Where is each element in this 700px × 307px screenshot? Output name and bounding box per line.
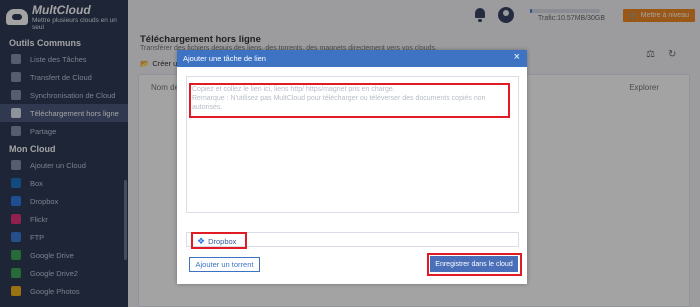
dialog-header: Ajouter une tâche de lien × — [177, 50, 527, 67]
add-link-task-dialog: Ajouter une tâche de lien × Copiez et co… — [177, 50, 527, 284]
highlight-box-link-input — [189, 83, 510, 118]
close-icon[interactable]: × — [514, 51, 520, 63]
highlight-box-save-button — [427, 253, 522, 276]
highlight-box-dropbox — [191, 232, 247, 249]
dialog-title: Ajouter une tâche de lien — [183, 54, 266, 63]
add-torrent-button[interactable]: Ajouter un torrent — [189, 257, 260, 272]
